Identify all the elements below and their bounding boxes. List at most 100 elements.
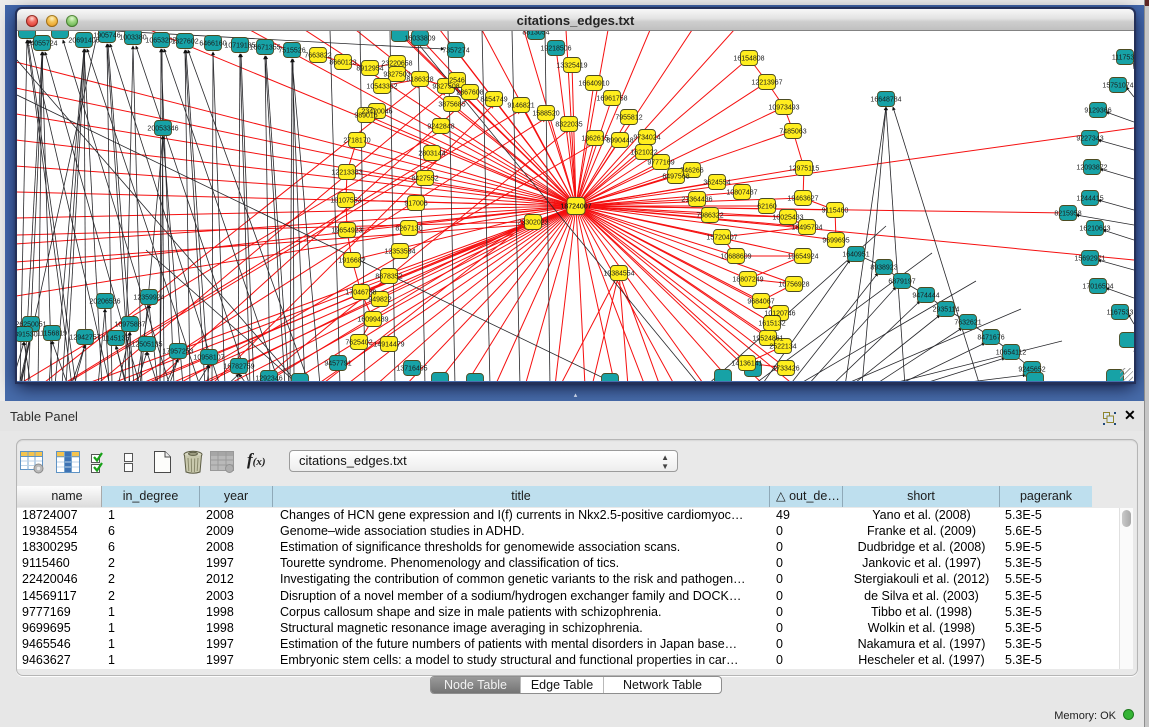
svg-text:1733426: 1733426 — [772, 366, 799, 373]
svg-text:12359924: 12359924 — [133, 295, 164, 302]
svg-text:16099489: 16099489 — [357, 317, 388, 324]
svg-text:8454749: 8454749 — [480, 97, 507, 104]
svg-text:18807249: 18807249 — [732, 277, 763, 284]
svg-text:5391530: 5391530 — [17, 332, 38, 339]
svg-text:14914479: 14914479 — [373, 342, 404, 349]
svg-text:746266: 746266 — [680, 168, 703, 175]
svg-text:2546: 2546 — [449, 78, 465, 85]
svg-text:21364436: 21364436 — [681, 197, 712, 204]
svg-text:9227343: 9227343 — [1076, 136, 1103, 143]
svg-text:9684067: 9684067 — [747, 299, 774, 306]
svg-text:19654923: 19654923 — [331, 228, 362, 235]
svg-text:19384554: 19384554 — [603, 271, 634, 278]
svg-text:1916682: 1916682 — [338, 258, 365, 265]
svg-text:949822: 949822 — [368, 297, 391, 304]
svg-text:9699695: 9699695 — [822, 238, 849, 245]
svg-text:9457791: 9457791 — [324, 361, 351, 368]
svg-text:20206536: 20206536 — [89, 299, 120, 306]
svg-text:1145135: 1145135 — [103, 336, 130, 343]
svg-text:1588520: 1588520 — [532, 111, 559, 118]
svg-text:6879197: 6879197 — [888, 279, 915, 286]
svg-text:1327602: 1327602 — [171, 39, 198, 46]
svg-text:8471676: 8471676 — [977, 335, 1004, 342]
svg-text:8322035: 8322035 — [555, 122, 582, 129]
svg-text:26250051: 26250051 — [17, 322, 47, 329]
svg-text:2522134: 2522134 — [769, 344, 796, 351]
svg-text:13325419: 13325419 — [556, 63, 587, 70]
svg-text:8186328: 8186328 — [406, 77, 433, 84]
svg-text:8660123: 8660123 — [329, 60, 356, 67]
svg-text:10756928: 10756928 — [778, 282, 809, 289]
svg-text:12505135: 12505135 — [131, 342, 162, 349]
svg-text:917006: 917006 — [404, 201, 427, 208]
svg-text:7632621: 7632621 — [954, 320, 981, 327]
svg-text:16033809: 16033809 — [404, 36, 435, 43]
svg-text:10654112: 10654112 — [996, 350, 1027, 357]
svg-text:7357274: 7357274 — [442, 48, 469, 55]
svg-text:10958107: 10958107 — [193, 355, 224, 362]
svg-text:9115460: 9115460 — [822, 208, 849, 215]
svg-text:7986322: 7986322 — [696, 213, 723, 220]
svg-text:18495794: 18495794 — [791, 225, 822, 232]
svg-text:15720407: 15720407 — [706, 235, 737, 242]
svg-text:19218506: 19218506 — [540, 46, 571, 53]
svg-text:62160: 62160 — [757, 204, 777, 211]
svg-text:7663822: 7663822 — [304, 53, 331, 60]
svg-text:19654924: 19654924 — [787, 254, 818, 261]
svg-text:6466160: 6466160 — [199, 41, 226, 48]
svg-text:16640910: 16640910 — [578, 81, 609, 88]
svg-text:989016: 989016 — [354, 113, 377, 120]
svg-text:20053346: 20053346 — [147, 126, 178, 133]
svg-text:12942757: 12942757 — [69, 335, 100, 342]
svg-text:12213967: 12213967 — [751, 80, 782, 87]
svg-text:12353594: 12353594 — [384, 249, 415, 256]
svg-text:2935114: 2935114 — [933, 307, 960, 314]
svg-text:16210643: 16210643 — [1079, 226, 1110, 233]
svg-text:14136141: 14136141 — [731, 361, 762, 368]
svg-text:8813054: 8813054 — [522, 31, 549, 37]
svg-text:10107553: 10107553 — [330, 198, 361, 205]
svg-text:9129366: 9129366 — [1084, 108, 1111, 115]
svg-text:1615132: 1615132 — [758, 321, 785, 328]
svg-text:7625402: 7625402 — [345, 340, 372, 347]
svg-text:10975887: 10975887 — [114, 322, 145, 329]
svg-text:1640951: 1640951 — [842, 252, 869, 259]
svg-text:7955812: 7955812 — [615, 115, 642, 122]
svg-text:7485063: 7485063 — [779, 129, 806, 136]
svg-text:9474444: 9474444 — [912, 293, 939, 300]
svg-text:12213383: 12213383 — [331, 170, 362, 177]
svg-text:9245652: 9245652 — [1018, 367, 1045, 374]
svg-text:24055724: 24055724 — [26, 41, 57, 48]
svg-text:23220658: 23220658 — [381, 61, 412, 68]
svg-text:17046738: 17046738 — [345, 290, 376, 297]
svg-text:8427552: 8427552 — [411, 176, 438, 183]
svg-text:17016504: 17016504 — [1082, 284, 1113, 291]
svg-text:1905746: 1905746 — [93, 33, 120, 40]
svg-text:10120746: 10120746 — [764, 311, 795, 318]
svg-text:1621022: 1621022 — [630, 150, 657, 157]
svg-text:7515526: 7515526 — [278, 48, 305, 55]
svg-text:23302023: 23302023 — [517, 220, 548, 227]
svg-text:17957253: 17957253 — [162, 349, 193, 356]
svg-text:6497568: 6497568 — [662, 174, 689, 181]
svg-text:3875685: 3875685 — [438, 102, 465, 109]
svg-text:2867608: 2867608 — [456, 90, 483, 97]
svg-text:8215958: 8215958 — [1054, 211, 1081, 218]
svg-text:3624554: 3624554 — [703, 180, 730, 187]
svg-text:18724007: 18724007 — [560, 204, 591, 211]
svg-text:1003380: 1003380 — [119, 35, 146, 42]
svg-text:15751074: 15751074 — [1102, 83, 1133, 90]
svg-text:16782759: 16782759 — [223, 364, 254, 371]
svg-text:1362615: 1362615 — [581, 136, 608, 143]
svg-text:1167533: 1167533 — [1107, 310, 1134, 317]
svg-text:10543362: 10543362 — [366, 84, 397, 91]
svg-text:16648784: 16648784 — [870, 97, 901, 104]
svg-text:10973493: 10973493 — [768, 105, 799, 112]
svg-text:9734024: 9734024 — [633, 135, 660, 142]
svg-text:9242848: 9242848 — [427, 124, 454, 131]
svg-text:13716465: 13716465 — [396, 366, 427, 373]
svg-text:10025433: 10025433 — [772, 215, 803, 222]
svg-text:11156819: 11156819 — [37, 331, 67, 338]
svg-text:1244415: 1244415 — [1076, 196, 1103, 203]
svg-text:9146821: 9146821 — [507, 103, 534, 110]
